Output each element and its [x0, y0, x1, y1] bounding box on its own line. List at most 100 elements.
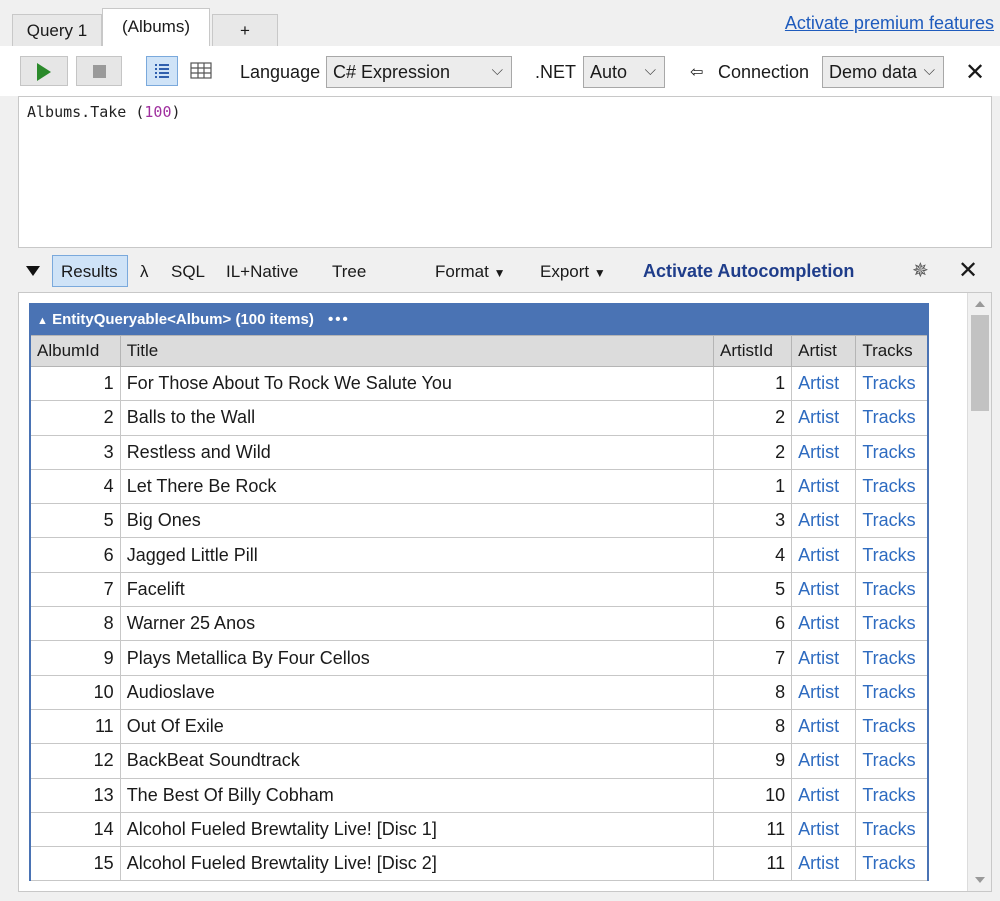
tracks-link[interactable]: Tracks: [855, 811, 929, 848]
scroll-down-icon[interactable]: [975, 877, 985, 883]
rich-text-results-button[interactable]: [146, 56, 178, 86]
run-button[interactable]: [20, 56, 68, 86]
stop-icon: [93, 65, 106, 78]
connection-value: Demo data: [829, 62, 918, 82]
title-cell: Out Of Exile: [119, 708, 715, 745]
close-results-button[interactable]: ✕: [958, 256, 978, 285]
album-id-cell: 11: [29, 708, 121, 745]
artist-link[interactable]: Artist: [791, 365, 857, 402]
vertical-scrollbar[interactable]: [967, 293, 991, 891]
artist-link[interactable]: Artist: [791, 571, 857, 608]
format-menu[interactable]: Format ▼: [435, 262, 505, 282]
table-row: 2 Balls to the Wall 2 Artist Tracks: [29, 400, 929, 436]
artist-id-cell: 2: [712, 400, 793, 436]
tab-albums[interactable]: (Albums): [102, 8, 210, 46]
language-select[interactable]: C# Expression ⌵: [326, 56, 512, 88]
tab-query-1[interactable]: Query 1: [12, 14, 102, 46]
code-line: Albums.Take (100): [27, 103, 181, 121]
tracks-link[interactable]: Tracks: [855, 708, 929, 745]
table-row: 14 Alcohol Fueled Brewtality Live! [Disc …: [29, 811, 929, 848]
table-row: 1 For Those About To Rock We Salute You 1 A…: [29, 365, 929, 402]
tab-strip: Query 1 (Albums) + Activate premium feat…: [0, 0, 1000, 46]
tracks-link[interactable]: Tracks: [855, 674, 929, 710]
code-text: Albums.Take (: [27, 103, 145, 121]
column-header-albumid[interactable]: AlbumId: [29, 335, 121, 367]
chevron-down-icon: ⌵: [491, 62, 503, 79]
title-cell: BackBeat Soundtrack: [119, 743, 715, 779]
artist-link[interactable]: Artist: [791, 708, 857, 745]
tracks-link[interactable]: Tracks: [855, 468, 929, 505]
results-bar: Results λ SQL IL+Native Tree Format ▼ Ex…: [0, 250, 1000, 292]
artist-id-cell: 8: [712, 708, 793, 745]
table-header-row: AlbumId Title ArtistId Artist Tracks: [29, 335, 929, 367]
column-header-title[interactable]: Title: [119, 335, 715, 367]
results-label: Results: [61, 262, 118, 281]
tracks-link[interactable]: Tracks: [855, 743, 929, 779]
tracks-link[interactable]: Tracks: [855, 365, 929, 402]
more-options-icon[interactable]: •••: [328, 311, 350, 328]
artist-id-cell: 1: [712, 365, 793, 402]
artist-link[interactable]: Artist: [791, 606, 857, 642]
connection-select[interactable]: Demo data ⌵: [822, 56, 944, 88]
tracks-link[interactable]: Tracks: [855, 606, 929, 642]
results-tab[interactable]: Results: [52, 255, 128, 287]
tracks-link[interactable]: Tracks: [855, 777, 929, 813]
tracks-link[interactable]: Tracks: [855, 640, 929, 676]
artist-id-cell: 8: [712, 674, 793, 710]
artist-link[interactable]: Artist: [791, 468, 857, 505]
artist-id-cell: 11: [712, 846, 793, 882]
scroll-up-icon[interactable]: [975, 301, 985, 307]
il-native-tab[interactable]: IL+Native: [226, 262, 298, 282]
artist-id-cell: 3: [712, 503, 793, 539]
collapse-arrow-icon: ▲: [37, 315, 48, 327]
chevron-down-icon: ⌵: [920, 62, 935, 79]
code-number: 100: [144, 103, 172, 121]
language-label: Language: [240, 62, 321, 82]
net-version-value: Auto: [590, 62, 628, 82]
artist-link[interactable]: Artist: [791, 400, 857, 436]
tracks-link[interactable]: Tracks: [855, 503, 929, 539]
connection-label: Connection: [718, 62, 810, 82]
export-menu[interactable]: Export ▼: [540, 262, 606, 282]
lambda-tab[interactable]: λ: [140, 262, 149, 282]
artist-id-cell: 7: [712, 640, 793, 676]
stop-button[interactable]: [76, 56, 122, 86]
artist-link[interactable]: Artist: [791, 674, 857, 710]
tree-tab[interactable]: Tree: [332, 262, 366, 282]
column-header-artist[interactable]: Artist: [791, 335, 857, 367]
scrollbar-thumb[interactable]: [971, 315, 989, 411]
collapse-results-icon[interactable]: [26, 266, 40, 276]
artist-link[interactable]: Artist: [791, 846, 857, 882]
sql-tab[interactable]: SQL: [171, 262, 205, 282]
close-query-button[interactable]: ✕: [965, 58, 985, 87]
title-cell: The Best Of Billy Cobham: [119, 777, 715, 813]
album-id-cell: 6: [29, 537, 121, 573]
title-cell: Warner 25 Anos: [119, 606, 715, 642]
artist-id-cell: 9: [712, 743, 793, 779]
net-version-select[interactable]: Auto ⌵: [583, 56, 665, 88]
result-header[interactable]: ▲ EntityQueryable<Album> (100 items) •••: [29, 303, 929, 335]
tracks-link[interactable]: Tracks: [855, 434, 929, 470]
artist-link[interactable]: Artist: [791, 537, 857, 573]
plus-icon: +: [240, 21, 250, 40]
album-id-cell: 8: [29, 606, 121, 642]
artist-link[interactable]: Artist: [791, 811, 857, 848]
activate-premium-link[interactable]: Activate premium features: [785, 13, 994, 34]
activate-autocompletion-link[interactable]: Activate Autocompletion: [643, 261, 854, 282]
tracks-link[interactable]: Tracks: [855, 571, 929, 608]
column-header-artistid[interactable]: ArtistId: [712, 335, 793, 367]
tracks-link[interactable]: Tracks: [855, 846, 929, 882]
tracks-link[interactable]: Tracks: [855, 400, 929, 436]
artist-link[interactable]: Artist: [791, 434, 857, 470]
code-editor[interactable]: Albums.Take (100): [18, 96, 992, 248]
tracks-link[interactable]: Tracks: [855, 537, 929, 573]
column-header-tracks[interactable]: Tracks: [855, 335, 929, 367]
data-grid-results-button[interactable]: [186, 56, 218, 86]
artist-link[interactable]: Artist: [791, 777, 857, 813]
artist-link[interactable]: Artist: [791, 743, 857, 779]
album-id-cell: 7: [29, 571, 121, 608]
artist-link[interactable]: Artist: [791, 640, 857, 676]
tab-new[interactable]: +: [212, 14, 278, 46]
title-cell: For Those About To Rock We Salute You: [119, 365, 715, 402]
artist-link[interactable]: Artist: [791, 503, 857, 539]
